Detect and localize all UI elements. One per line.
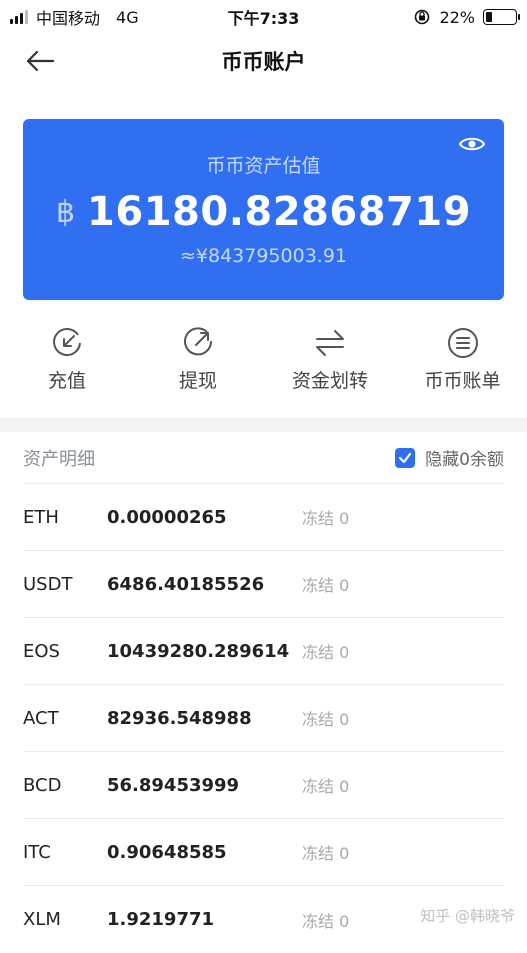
asset-symbol: USDT	[23, 574, 107, 595]
transfer-button[interactable]: 资金划转	[262, 326, 398, 406]
asset-symbol: ITC	[23, 842, 107, 863]
battery-percent: 22%	[439, 8, 475, 27]
deposit-button[interactable]: 充值	[0, 326, 134, 406]
asset-row-eos[interactable]: EOS 10439280.289614 冻结 0	[23, 618, 504, 685]
balance-card: 币币资产估值 ฿ 16180.82868719 ≈¥843795003.91	[23, 119, 504, 300]
status-right: 22%	[413, 8, 517, 27]
deposit-icon	[50, 326, 84, 360]
hide-zero-checkbox[interactable]	[395, 448, 415, 468]
asset-symbol: ETH	[23, 507, 107, 528]
deposit-label: 充值	[48, 366, 86, 393]
asset-amount: 0.00000265	[107, 507, 302, 528]
check-icon	[398, 451, 412, 465]
balance-value: 16180.82868719	[87, 189, 471, 235]
hide-zero-toggle[interactable]: 隐藏0余额	[395, 445, 504, 470]
asset-row-itc[interactable]: ITC 0.90648585 冻结 0	[23, 819, 504, 886]
btc-symbol: ฿	[56, 195, 75, 230]
asset-row-act[interactable]: ACT 82936.548988 冻结 0	[23, 685, 504, 752]
asset-symbol: EOS	[23, 641, 107, 662]
withdraw-button[interactable]: 提现	[134, 326, 262, 406]
asset-symbol: BCD	[23, 775, 107, 796]
transfer-icon	[313, 326, 347, 360]
balance-row: ฿ 16180.82868719	[23, 189, 504, 235]
status-bar: 中国移动 4G 下午7:33 22%	[0, 0, 527, 34]
carrier-name: 中国移动	[36, 5, 100, 29]
bill-icon	[446, 326, 480, 360]
asset-amount: 56.89453999	[107, 775, 302, 796]
battery-icon	[483, 9, 517, 25]
asset-frozen: 冻结 0	[302, 572, 349, 596]
signal-icon	[10, 10, 28, 24]
asset-section-header: 资产明细 隐藏0余额	[23, 432, 504, 484]
asset-row-usdt[interactable]: USDT 6486.40185526 冻结 0	[23, 551, 504, 618]
asset-amount: 82936.548988	[107, 708, 302, 729]
asset-frozen: 冻结 0	[302, 639, 349, 663]
arrow-left-icon	[25, 50, 55, 72]
asset-frozen: 冻结 0	[302, 908, 349, 932]
asset-frozen: 冻结 0	[302, 840, 349, 864]
back-button[interactable]	[22, 44, 58, 78]
withdraw-icon	[181, 326, 215, 360]
asset-row-eth[interactable]: ETH 0.00000265 冻结 0	[23, 484, 504, 551]
status-left: 中国移动 4G	[10, 5, 139, 29]
nav-header: 币币账户	[0, 34, 527, 88]
asset-amount: 6486.40185526	[107, 574, 302, 595]
asset-amount: 10439280.289614	[107, 641, 302, 662]
asset-row-bcd[interactable]: BCD 56.89453999 冻结 0	[23, 752, 504, 819]
battery-fill	[486, 12, 492, 22]
bill-label: 币币账单	[424, 366, 500, 393]
page-title: 币币账户	[222, 46, 306, 76]
asset-valuation-label: 币币资产估值	[23, 151, 504, 178]
orientation-lock-icon	[413, 8, 431, 26]
withdraw-label: 提现	[179, 366, 217, 393]
section-divider	[0, 418, 527, 432]
watermark: 知乎 @韩晓爷	[420, 905, 515, 926]
hide-zero-label: 隐藏0余额	[425, 445, 504, 470]
asset-frozen: 冻结 0	[302, 706, 349, 730]
asset-frozen: 冻结 0	[302, 505, 349, 529]
transfer-label: 资金划转	[292, 366, 368, 393]
cny-equivalent: ≈¥843795003.91	[23, 245, 504, 267]
action-row: 充值 提现 资金划转 币币账单	[0, 326, 527, 406]
asset-section-title: 资产明细	[23, 445, 95, 471]
asset-amount: 0.90648585	[107, 842, 302, 863]
asset-amount: 1.9219771	[107, 909, 302, 930]
network-type: 4G	[116, 8, 139, 27]
asset-symbol: XLM	[23, 909, 107, 930]
asset-list: ETH 0.00000265 冻结 0 USDT 6486.40185526 冻…	[23, 484, 504, 953]
asset-symbol: ACT	[23, 708, 107, 729]
bill-button[interactable]: 币币账单	[398, 326, 527, 406]
asset-frozen: 冻结 0	[302, 773, 349, 797]
watermark-text: 知乎 @韩晓爷	[420, 905, 515, 926]
